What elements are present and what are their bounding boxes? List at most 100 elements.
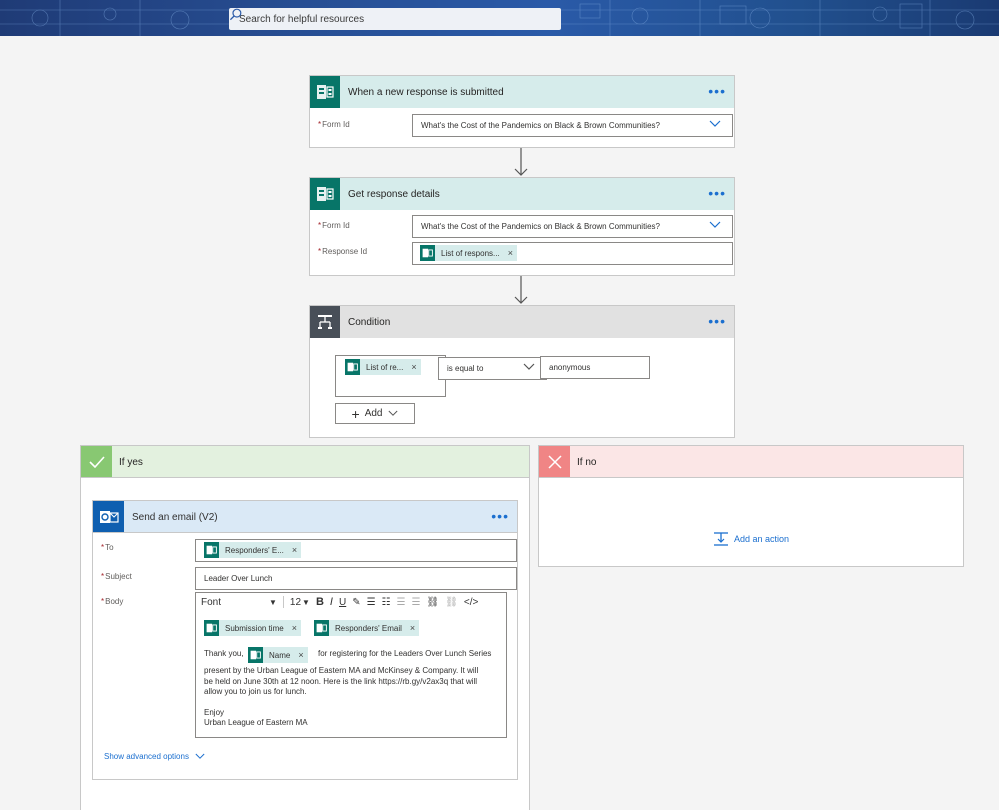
token-label: List of respons...: [441, 248, 500, 258]
condition-card[interactable]: Condition ••• List of re... × is equal t…: [309, 305, 735, 438]
form-id-label: *Form Id: [318, 221, 350, 230]
trigger-card[interactable]: When a new response is submitted ••• *Fo…: [309, 75, 735, 148]
dynamic-token[interactable]: List of respons... ×: [420, 245, 517, 261]
body-text-line: Enjoy: [204, 708, 225, 717]
token-label: Responders' Email: [335, 623, 402, 633]
response-id-label: *Response Id: [318, 247, 368, 256]
check-icon: [81, 446, 112, 477]
body-text-line: be held on June 30th at 12 noon. Here is…: [204, 677, 478, 686]
forms-icon: [204, 620, 219, 636]
if-no-label: If no: [577, 457, 597, 468]
body-text-line: present by the Urban League of Eastern M…: [204, 666, 479, 675]
unlink-icon[interactable]: ⛓: [445, 597, 458, 608]
more-options-icon[interactable]: •••: [708, 314, 726, 328]
search-placeholder: Search for helpful resources: [239, 13, 365, 25]
dynamic-token[interactable]: List of re... ×: [345, 359, 421, 375]
remove-token-icon[interactable]: ×: [292, 545, 297, 555]
remove-token-icon[interactable]: ×: [410, 623, 415, 633]
if-yes-header[interactable]: [80, 445, 530, 478]
subject-input[interactable]: Leader Over Lunch: [195, 567, 517, 590]
italic-icon[interactable]: I: [330, 596, 333, 608]
forms-icon: [204, 542, 219, 558]
form-id-dropdown[interactable]: What's the Cost of the Pandemics on Blac…: [412, 114, 733, 137]
forms-icon: [420, 245, 435, 261]
body-text-line: Urban League of Eastern MA: [204, 718, 308, 727]
remove-token-icon[interactable]: ×: [298, 650, 303, 660]
forms-icon: [310, 178, 340, 210]
get-details-title: Get response details: [348, 188, 440, 200]
add-label: Add: [364, 408, 383, 419]
operator-value: is equal to: [447, 364, 484, 373]
send-email-header[interactable]: Send an email (V2) •••: [92, 500, 518, 533]
if-yes-label: If yes: [119, 457, 143, 468]
x-icon: [539, 446, 570, 477]
add-button[interactable]: + Add: [335, 403, 415, 424]
forms-icon: [345, 359, 360, 375]
chevron-down-icon: [709, 221, 721, 228]
pen-icon[interactable]: ✎: [352, 597, 360, 608]
font-select[interactable]: Font: [201, 597, 263, 608]
body-label: *Body: [101, 597, 124, 606]
get-details-header[interactable]: Get response details •••: [310, 178, 734, 210]
remove-token-icon[interactable]: ×: [292, 623, 297, 633]
rich-text-toolbar: Font ▼ 12 ▼ B I U ✎ ☰ ☷ ☰ ☰ ⛓ ⛓ </>: [196, 593, 506, 611]
dynamic-token[interactable]: Responders' E... ×: [204, 542, 302, 558]
condition-value-input[interactable]: anonymous: [540, 356, 650, 379]
advanced-options-label: Show advanced options: [104, 752, 189, 761]
underline-icon[interactable]: U: [339, 597, 346, 608]
more-options-icon[interactable]: •••: [491, 509, 509, 523]
font-select-arrow[interactable]: ▼: [269, 598, 277, 607]
more-options-icon[interactable]: •••: [708, 84, 726, 98]
body-text-line: allow you to join us for lunch.: [204, 687, 307, 696]
chevron-down-icon: [523, 363, 535, 370]
trigger-card-header[interactable]: When a new response is submitted •••: [310, 76, 734, 108]
subject-value: Leader Over Lunch: [204, 574, 273, 583]
body-text-line: for registering for the Leaders Over Lun…: [318, 649, 492, 658]
chevron-down-icon: [195, 753, 205, 759]
if-no-header[interactable]: [538, 445, 964, 478]
condition-header[interactable]: Condition •••: [310, 306, 734, 338]
form-id-dropdown[interactable]: What's the Cost of the Pandemics on Blac…: [412, 215, 733, 238]
form-id-value: What's the Cost of the Pandemics on Blac…: [421, 222, 660, 231]
chevron-down-icon: [388, 410, 399, 416]
dynamic-token[interactable]: Responders' Email ×: [314, 620, 420, 636]
bullet-list-icon[interactable]: ☰: [367, 597, 376, 608]
dynamic-token[interactable]: Name ×: [248, 647, 308, 663]
indent-icon[interactable]: ☰: [412, 597, 421, 608]
search-icon: [229, 8, 242, 21]
remove-token-icon[interactable]: ×: [411, 362, 416, 372]
add-action-button[interactable]: Add an action: [713, 531, 789, 547]
add-action-icon: [714, 532, 728, 546]
numbered-list-icon[interactable]: ☷: [382, 597, 391, 608]
search-box[interactable]: Search for helpful resources: [229, 8, 561, 30]
condition-icon: [310, 306, 340, 338]
outdent-icon[interactable]: ☰: [397, 597, 406, 608]
token-label: Name: [269, 650, 291, 660]
forms-icon: [314, 620, 329, 636]
remove-token-icon[interactable]: ×: [508, 248, 513, 258]
body-text-line: Thank you,: [204, 649, 244, 658]
body-editor[interactable]: [195, 592, 507, 738]
forms-icon: [248, 647, 263, 663]
get-details-card[interactable]: Get response details ••• *Form Id What's…: [309, 177, 735, 276]
operator-dropdown[interactable]: is equal to: [438, 357, 547, 380]
token-label: List of re...: [366, 362, 404, 372]
add-action-label: Add an action: [734, 534, 790, 544]
form-id-label: *Form Id: [318, 120, 350, 129]
code-view-icon[interactable]: </>: [464, 597, 478, 608]
size-select[interactable]: 12: [290, 597, 301, 608]
send-email-title: Send an email (V2): [132, 512, 218, 523]
condition-value: anonymous: [549, 363, 591, 372]
link-icon[interactable]: ⛓: [426, 597, 439, 608]
plus-icon: +: [351, 405, 360, 422]
show-advanced-options[interactable]: Show advanced options: [104, 752, 205, 761]
dynamic-token[interactable]: Submission time ×: [204, 620, 301, 636]
form-id-value: What's the Cost of the Pandemics on Blac…: [421, 121, 660, 130]
flow-arrow: [514, 276, 528, 304]
flow-arrow: [514, 148, 528, 176]
bold-icon[interactable]: B: [316, 596, 324, 608]
more-options-icon[interactable]: •••: [708, 186, 726, 200]
outlook-icon: [93, 501, 124, 532]
subject-label: *Subject: [101, 572, 132, 581]
size-select-arrow[interactable]: ▼: [302, 598, 310, 607]
